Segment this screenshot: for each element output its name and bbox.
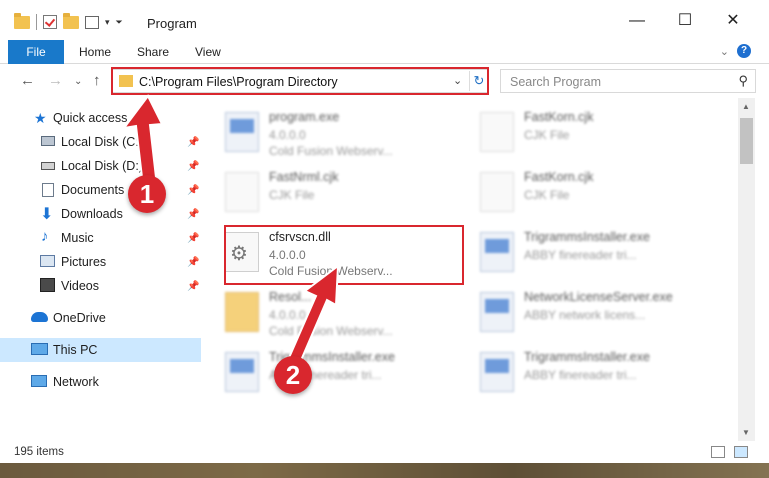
step-2-badge: 2 (274, 356, 312, 394)
arrow-1 (121, 94, 164, 187)
arrow-2 (286, 263, 340, 367)
step-1-badge: 1 (128, 175, 166, 213)
annotation-arrows (121, 94, 340, 367)
